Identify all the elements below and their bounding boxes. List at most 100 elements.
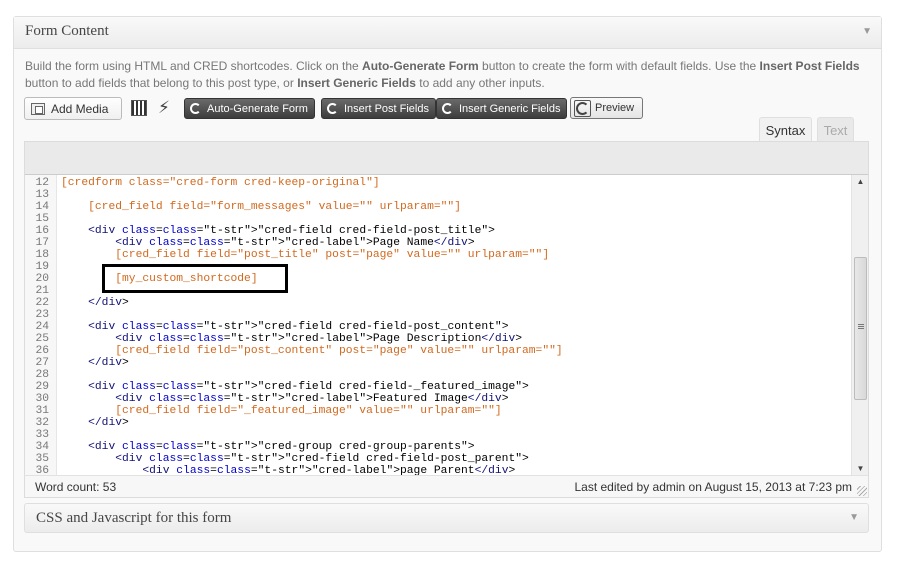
scroll-up-icon[interactable]: ▲ [852, 175, 869, 189]
line-number: 32 [35, 417, 49, 429]
code-text: [credform class="cred-form cred-keep-ori… [61, 177, 380, 189]
code-text: <div class=class="t-str">"cred-field cre… [88, 381, 529, 393]
code-text: </div> [88, 357, 129, 369]
refresh-icon [442, 103, 453, 114]
vertical-scrollbar[interactable]: ▲ ▼ [851, 175, 868, 476]
preview-button[interactable]: Preview [570, 97, 644, 119]
code-text: [cred_field field="_featured_image" valu… [61, 405, 502, 417]
line-number: 33 [35, 429, 49, 441]
css-js-panel-title: CSS and Javascript for this form [36, 510, 232, 526]
word-count: Word count: 53 [35, 480, 117, 494]
code-line: 33 [25, 429, 51, 441]
code-text: [cred_field field="post_content" post="p… [61, 345, 563, 357]
description-text: Build the form using HTML and CRED short… [25, 59, 363, 73]
line-number: 19 [35, 261, 49, 273]
line-number: 35 [35, 453, 49, 465]
line-number: 25 [35, 333, 49, 345]
line-number: 18 [35, 249, 49, 261]
tab-text[interactable]: Text [817, 117, 854, 142]
code-text: </div> [88, 297, 129, 309]
code-line: 29 <div class=class="t-str">"cred-field … [25, 381, 528, 393]
scrollbar-thumb[interactable] [854, 257, 867, 400]
line-number: 13 [35, 189, 49, 201]
description-emphasis: Auto-Generate Form [362, 59, 479, 73]
code-line: 23 [25, 309, 51, 321]
code-text: [cred_field field="form_messages" value=… [61, 201, 461, 213]
insert-post-fields-label: Insert Post Fields [344, 102, 429, 115]
scroll-down-icon[interactable]: ▼ [852, 462, 869, 476]
code-line: 34 <div class=class="t-str">"cred-group … [25, 441, 474, 453]
last-edited: Last edited by admin on August 15, 2013 … [574, 480, 852, 494]
line-number: 23 [35, 309, 49, 321]
code-line: 22 </div> [25, 297, 128, 309]
code-line: 19 [25, 261, 51, 273]
media-icon [31, 102, 45, 115]
panel-header[interactable]: Form Content ▼ [14, 17, 881, 49]
code-line: 26 [cred_field field="post_content" post… [25, 345, 562, 357]
code-line: 31 [cred_field field="_featured_image" v… [25, 405, 501, 417]
code-line: 35 <div class=class="t-str">"cred-field … [25, 453, 528, 465]
line-number: 12 [35, 177, 49, 189]
preview-icon [574, 99, 591, 117]
description-emphasis: Insert Post Fields [759, 59, 860, 73]
line-number: 21 [35, 285, 49, 297]
collapse-arrow-icon[interactable]: ▼ [862, 26, 872, 37]
code-text: <div class=class="t-str">"cred-field cre… [88, 225, 495, 237]
description-emphasis: Insert Generic Fields [297, 76, 416, 90]
code-text: <div class=class="t-str">"cred-field cre… [115, 453, 529, 465]
description-text: button to add fields that belong to this… [25, 76, 298, 90]
line-number: 34 [35, 441, 49, 453]
collapse-arrow-icon[interactable]: ▼ [849, 512, 859, 523]
line-number: 29 [35, 381, 49, 393]
code-area[interactable]: 12 [credform class="cred-form cred-keep-o… [25, 175, 851, 476]
code-line: 27 </div> [25, 357, 128, 369]
refresh-icon [327, 103, 338, 114]
css-js-panel[interactable]: CSS and Javascript for this form ▼ [24, 503, 869, 533]
add-media-label: Add Media [51, 101, 109, 116]
code-text: [cred_field field="post_title" post="pag… [61, 249, 550, 261]
code-line: 14 [cred_field field="form_messages" val… [25, 201, 461, 213]
preview-label: Preview [595, 102, 635, 114]
line-number: 20 [35, 273, 49, 285]
code-line: 32 </div> [25, 417, 128, 429]
code-line: 16 <div class=class="t-str">"cred-field … [25, 225, 494, 237]
code-line: 12 [credform class="cred-form cred-keep-o… [25, 177, 379, 189]
line-number: 15 [35, 213, 49, 225]
add-media-button[interactable]: Add Media [24, 97, 122, 120]
code-line: 24 <div class=class="t-str">"cred-field … [25, 321, 508, 333]
refresh-icon [190, 103, 201, 114]
code-line: 15 [25, 213, 51, 225]
code-text: [my_custom_shortcode] [61, 273, 258, 285]
line-number: 14 [35, 201, 49, 213]
code-editor: 12 [credform class="cred-form cred-keep-o… [24, 141, 869, 478]
code-text: <div class=class="t-str">"cred-group cre… [88, 441, 475, 453]
editor-status-bar: Word count: 53 Last edited by admin on A… [24, 475, 869, 498]
code-line: 20 [my_custom_shortcode] [25, 273, 257, 285]
code-line: 30 <div class=class="t-str">"cred-label"… [25, 393, 508, 405]
insert-generic-fields-button[interactable]: Insert Generic Fields [436, 98, 568, 119]
insert-post-fields-button[interactable]: Insert Post Fields [321, 98, 436, 119]
code-text: <div class=class="t-str">"cred-label">Fe… [115, 393, 509, 405]
description-text: button to create the form with default f… [478, 59, 760, 73]
insert-generic-fields-label: Insert Generic Fields [459, 102, 561, 115]
panel-description: Build the form using HTML and CRED short… [25, 58, 875, 92]
wand-icon[interactable]: ⚡ [158, 98, 170, 118]
line-number: 22 [35, 297, 49, 309]
code-text: </div> [88, 417, 129, 429]
tab-syntax[interactable]: Syntax [759, 117, 812, 142]
line-number: 28 [35, 369, 49, 381]
quicktags-bar [25, 142, 868, 175]
line-number: 24 [35, 321, 49, 333]
resize-handle-icon[interactable] [857, 486, 867, 496]
barcode-icon[interactable] [131, 100, 147, 116]
code-line: 17 <div class=class="t-str">"cred-label"… [25, 237, 474, 249]
grip-icon [858, 324, 864, 329]
auto-generate-form-button[interactable]: Auto-Generate Form [184, 98, 315, 119]
line-number: 16 [35, 225, 49, 237]
line-number: 17 [35, 237, 49, 249]
line-number: 26 [35, 345, 49, 357]
panel-title: Form Content [25, 23, 109, 39]
code-line: 25 <div class=class="t-str">"cred-label"… [25, 333, 522, 345]
code-line: 28 [25, 369, 51, 381]
line-number: 27 [35, 357, 49, 369]
